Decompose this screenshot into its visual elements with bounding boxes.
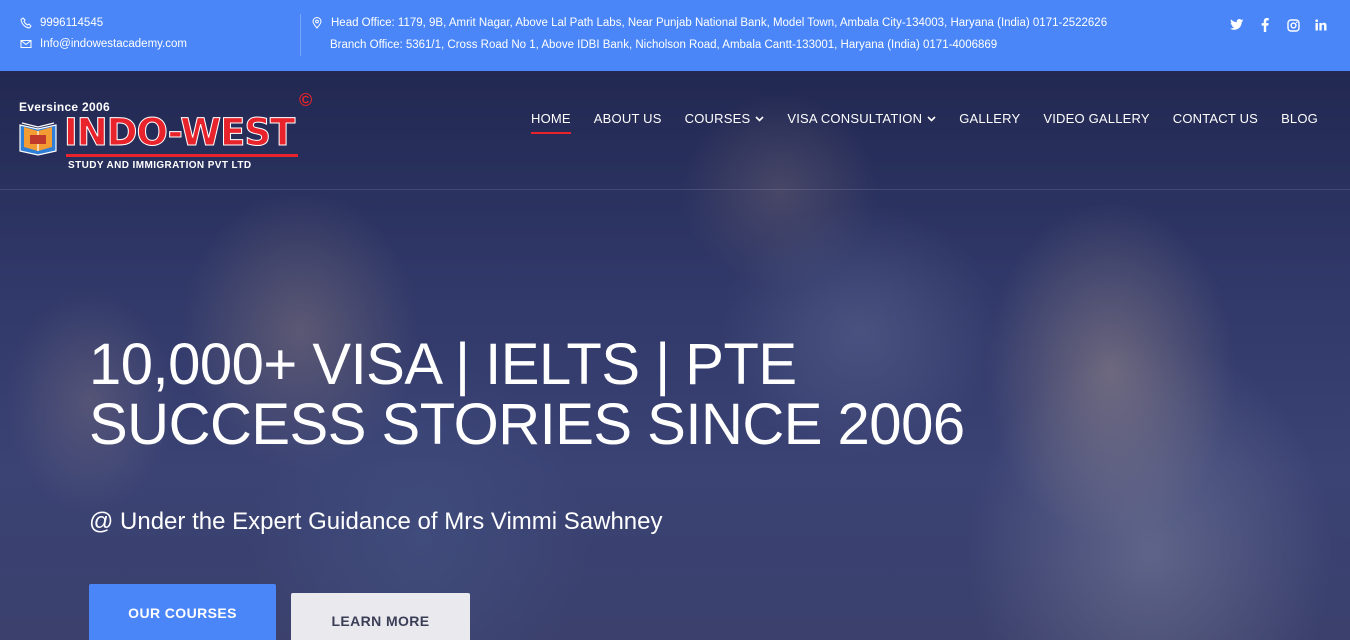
main-navbar: Eversince 2006 INDO-WEST © STUDY AND IMM… <box>0 71 1350 190</box>
email-address: Info@indowestacademy.com <box>40 38 187 50</box>
logo-brand-text: INDO-WEST <box>63 111 295 154</box>
nav-item-label: VIDEO GALLERY <box>1043 111 1150 126</box>
hero-subheadline: @ Under the Expert Guidance of Mrs Vimmi… <box>89 508 663 535</box>
book-emblem-icon <box>19 122 57 156</box>
learn-more-button[interactable]: LEARN MORE <box>291 593 470 640</box>
nav-item-contact-us[interactable]: CONTACT US <box>1173 111 1258 134</box>
phone-icon <box>20 17 32 29</box>
main-menu: HOME ABOUT US COURSES VISA CONSULTATION … <box>530 111 1318 134</box>
logo-underline <box>66 154 298 157</box>
hero-headline-line1: 10,000+ VISA | IELTS | PTE <box>89 332 797 397</box>
head-office-address: Head Office: 1179, 9B, Amrit Nagar, Abov… <box>311 17 1107 29</box>
nav-item-label: GALLERY <box>959 111 1021 126</box>
branch-office-address: Branch Office: 5361/1, Cross Road No 1, … <box>330 39 997 51</box>
nav-item-label: BLOG <box>1281 111 1318 126</box>
facebook-icon[interactable] <box>1258 18 1272 32</box>
phone-contact[interactable]: 9996114545 <box>20 17 103 29</box>
linkedin-icon[interactable] <box>1314 18 1328 32</box>
hero-headline: 10,000+ VISA | IELTS | PTE SUCCESS STORI… <box>89 335 965 455</box>
instagram-icon[interactable] <box>1286 18 1300 32</box>
nav-item-label: CONTACT US <box>1172 111 1259 126</box>
nav-item-video-gallery[interactable]: VIDEO GALLERY <box>1043 111 1149 134</box>
social-links <box>1230 18 1328 32</box>
nav-item-label: COURSES <box>684 111 751 126</box>
twitter-icon[interactable] <box>1230 18 1244 32</box>
nav-item-blog[interactable]: BLOG <box>1281 111 1318 134</box>
location-pin-icon <box>312 17 322 29</box>
phone-number: 9996114545 <box>40 17 104 29</box>
nav-item-gallery[interactable]: GALLERY <box>959 111 1020 134</box>
nav-item-visa-consultation[interactable]: VISA CONSULTATION <box>787 111 936 134</box>
chevron-down-icon <box>927 116 936 122</box>
logo-tagline: STUDY AND IMMIGRATION PVT LTD <box>68 160 252 171</box>
hero-headline-line2: SUCCESS STORIES SINCE 2006 <box>89 392 965 457</box>
indo-west-logo[interactable]: Eversince 2006 INDO-WEST © STUDY AND IMM… <box>18 90 323 179</box>
nav-item-label: HOME <box>530 111 571 126</box>
topbar-divider <box>300 14 301 56</box>
email-contact[interactable]: Info@indowestacademy.com <box>20 38 187 50</box>
mail-icon <box>20 40 32 48</box>
chevron-down-icon <box>755 116 764 122</box>
hero-section: Eversince 2006 INDO-WEST © STUDY AND IMM… <box>0 71 1350 640</box>
logo-copyright-mark: © <box>299 90 313 110</box>
head-office-text: Head Office: 1179, 9B, Amrit Nagar, Abov… <box>331 17 1108 29</box>
nav-item-home[interactable]: HOME <box>530 111 571 134</box>
nav-item-label: ABOUT US <box>593 111 662 126</box>
nav-item-about-us[interactable]: ABOUT US <box>594 111 662 134</box>
branch-office-text: Branch Office: 5361/1, Cross Road No 1, … <box>330 39 998 51</box>
nav-item-courses[interactable]: COURSES <box>685 111 765 134</box>
top-contact-bar: 9996114545 Info@indowestacademy.com Head… <box>0 0 1350 71</box>
nav-item-label: VISA CONSULTATION <box>787 111 923 126</box>
our-courses-button[interactable]: OUR COURSES <box>89 584 276 640</box>
